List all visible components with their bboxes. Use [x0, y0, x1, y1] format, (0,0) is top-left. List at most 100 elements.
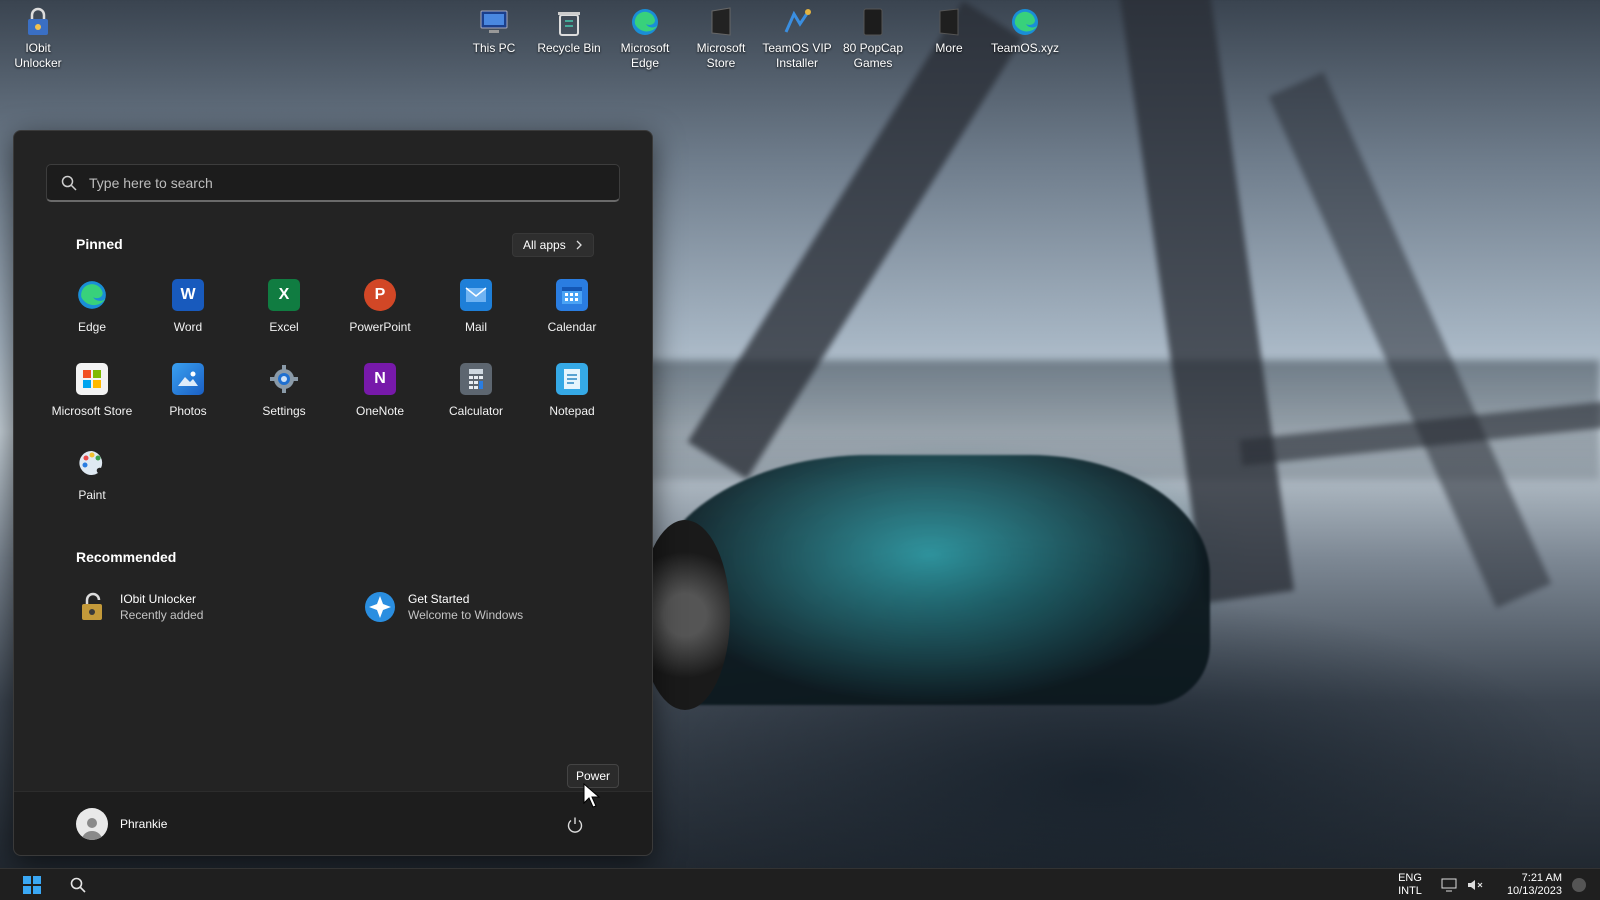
- power-button[interactable]: [562, 812, 588, 838]
- desktop-icon-label: TeamOS.xyz: [990, 41, 1059, 55]
- desktop-icon-label: TeamOS VIP Installer: [762, 41, 832, 70]
- pinned-app-excel[interactable]: X Excel: [236, 271, 332, 355]
- app-label: Microsoft Store: [51, 404, 133, 418]
- pinned-app-calendar[interactable]: Calendar: [524, 271, 620, 355]
- pinned-heading: Pinned: [76, 236, 123, 252]
- desktop-icon-teamos-xyz[interactable]: TeamOS.xyz: [987, 6, 1063, 56]
- pinned-app-powerpoint[interactable]: P PowerPoint: [332, 271, 428, 355]
- pinned-app-microsoft-store[interactable]: Microsoft Store: [44, 355, 140, 439]
- desktop-icon-teamos-installer[interactable]: TeamOS VIP Installer: [759, 6, 835, 71]
- desktop-icon-more[interactable]: More: [911, 6, 987, 56]
- photos-icon: [172, 363, 204, 395]
- app-label: OneNote: [355, 404, 405, 418]
- calculator-icon: [460, 363, 492, 395]
- games-folder-icon: [857, 6, 889, 38]
- recommended-item-iobit-unlocker[interactable]: IObit Unlocker Recently added: [76, 591, 203, 623]
- calendar-icon: [556, 279, 588, 311]
- desktop-icon-label: More: [935, 41, 963, 55]
- network-icon[interactable]: [1438, 878, 1460, 892]
- wallpaper-wheel: [640, 520, 730, 710]
- pinned-app-edge[interactable]: Edge: [44, 271, 140, 355]
- volume-muted-icon[interactable]: [1464, 878, 1486, 892]
- iobit-unlocker-icon: [22, 6, 54, 38]
- recommended-heading: Recommended: [76, 549, 177, 565]
- language-indicator[interactable]: ENG INTL: [1390, 872, 1430, 898]
- pinned-app-settings[interactable]: Settings: [236, 355, 332, 439]
- mail-icon: [460, 279, 492, 311]
- app-label: Notepad: [549, 404, 595, 418]
- all-apps-button[interactable]: All apps: [512, 233, 594, 257]
- mouse-cursor-icon: [583, 783, 601, 808]
- desktop-icon-iobit-unlocker[interactable]: IObit Unlocker: [0, 6, 76, 71]
- app-label: Calendar: [547, 320, 597, 334]
- system-tray: ENG INTL 7:21 AM 10/13/2023: [1390, 869, 1600, 900]
- start-button[interactable]: [16, 869, 48, 900]
- keyboard-layout: INTL: [1398, 885, 1422, 897]
- folder-icon: [933, 6, 965, 38]
- get-started-icon: [364, 591, 396, 623]
- user-name: Phrankie: [120, 817, 168, 831]
- start-menu: Pinned All apps Edge W Word X Excel P Po…: [13, 130, 653, 856]
- store-icon: [705, 6, 737, 38]
- desktop-icon-label: Microsoft Store: [696, 41, 746, 70]
- desktop-icon-popcap-games[interactable]: 80 PopCap Games: [835, 6, 911, 71]
- notification-icon[interactable]: [1572, 878, 1586, 892]
- taskbar: ENG INTL 7:21 AM 10/13/2023: [0, 868, 1600, 900]
- pinned-app-photos[interactable]: Photos: [140, 355, 236, 439]
- pinned-app-onenote[interactable]: N OneNote: [332, 355, 428, 439]
- recommended-subtitle: Recently added: [120, 608, 204, 622]
- desktop-icon-label: Microsoft Edge: [620, 41, 670, 70]
- pinned-app-word[interactable]: W Word: [140, 271, 236, 355]
- desktop-icon-this-pc[interactable]: This PC: [456, 6, 532, 56]
- this-pc-icon: [478, 6, 510, 38]
- app-label: Calculator: [448, 404, 504, 418]
- desktop-icon-microsoft-edge[interactable]: Microsoft Edge: [607, 6, 683, 71]
- pinned-app-paint[interactable]: Paint: [44, 439, 140, 523]
- app-label: Paint: [78, 488, 106, 502]
- store-icon: [76, 363, 108, 395]
- app-label: Mail: [464, 320, 487, 334]
- chevron-right-icon: [576, 240, 582, 250]
- notepad-icon: [556, 363, 588, 395]
- clock[interactable]: 7:21 AM 10/13/2023: [1500, 872, 1562, 898]
- desktop-icon-label: IObit Unlocker: [14, 41, 62, 70]
- user-account-button[interactable]: Phrankie: [76, 808, 167, 840]
- app-label: Excel: [269, 320, 299, 334]
- pinned-apps-grid: Edge W Word X Excel P PowerPoint Mail Ca…: [44, 271, 620, 523]
- desktop-icon-label: This PC: [472, 41, 516, 55]
- windows-logo-icon: [23, 876, 41, 894]
- pinned-app-calculator[interactable]: Calculator: [428, 355, 524, 439]
- recycle-bin-icon: [553, 6, 585, 38]
- app-label: Edge: [77, 320, 107, 334]
- word-icon: W: [172, 279, 204, 311]
- iobit-unlocker-icon: [76, 591, 108, 623]
- taskbar-search-button[interactable]: [62, 869, 94, 900]
- excel-icon: X: [268, 279, 300, 311]
- wallpaper-beam: [1268, 72, 1552, 608]
- desktop-icon-label: Recycle Bin: [537, 41, 601, 55]
- search-icon: [70, 877, 86, 893]
- app-label: Photos: [169, 404, 207, 418]
- pinned-app-notepad[interactable]: Notepad: [524, 355, 620, 439]
- edge-icon: [629, 6, 661, 38]
- desktop-icon-microsoft-store[interactable]: Microsoft Store: [683, 6, 759, 71]
- app-label: Word: [173, 320, 203, 334]
- search-input[interactable]: [89, 174, 569, 191]
- avatar: [76, 808, 108, 840]
- start-search-box[interactable]: [46, 164, 620, 202]
- wallpaper-car: [650, 455, 1210, 705]
- powerpoint-icon: P: [364, 279, 396, 311]
- recommended-item-get-started[interactable]: Get Started Welcome to Windows: [364, 591, 523, 623]
- onenote-icon: N: [364, 363, 396, 395]
- recommended-subtitle: Welcome to Windows: [408, 608, 524, 622]
- language-code: ENG: [1398, 872, 1422, 884]
- start-user-bar: Phrankie: [14, 791, 652, 855]
- clock-time: 7:21 AM: [1521, 872, 1562, 884]
- edge-icon: [1009, 6, 1041, 38]
- power-icon: [567, 817, 583, 833]
- edge-icon: [76, 279, 108, 311]
- desktop-icon-label: 80 PopCap Games: [842, 41, 904, 70]
- pinned-app-mail[interactable]: Mail: [428, 271, 524, 355]
- gear-icon: [268, 363, 300, 395]
- desktop-icon-recycle-bin[interactable]: Recycle Bin: [531, 6, 607, 56]
